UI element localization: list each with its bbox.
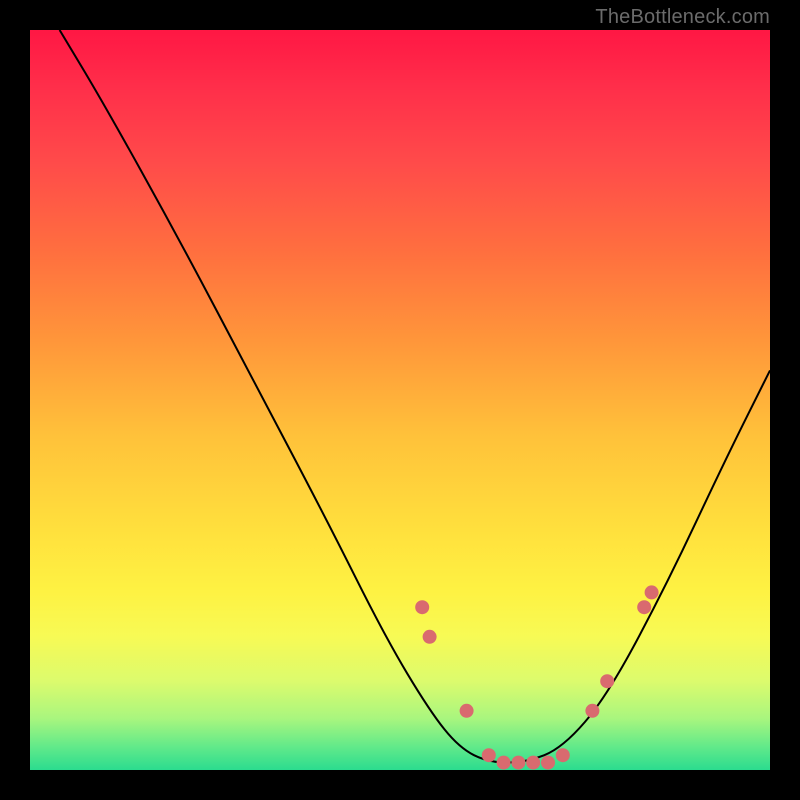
bottleneck-plot [30, 30, 770, 770]
data-marker [637, 600, 651, 614]
chart-area [30, 30, 770, 770]
data-marker [415, 600, 429, 614]
watermark-label: TheBottleneck.com [595, 6, 770, 29]
data-marker [600, 674, 614, 688]
data-marker [541, 756, 555, 770]
data-marker [511, 756, 525, 770]
data-marker [556, 748, 570, 762]
bottleneck-curve [60, 30, 770, 763]
data-marker [585, 704, 599, 718]
data-marker [497, 756, 511, 770]
data-marker [460, 704, 474, 718]
data-marker [482, 748, 496, 762]
data-marker [645, 585, 659, 599]
data-marker [423, 630, 437, 644]
data-marker [526, 756, 540, 770]
markers-group [415, 585, 658, 769]
